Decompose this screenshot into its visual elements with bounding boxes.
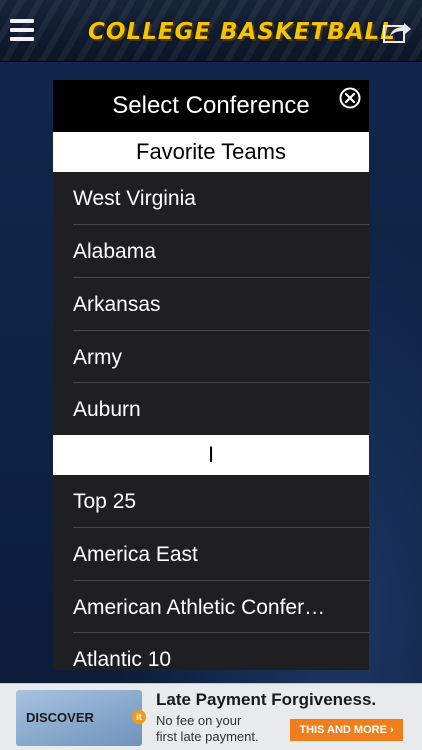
section-header-favorites: Favorite Teams: [53, 132, 369, 172]
app-title: COLLEGE BASKETBALL: [88, 19, 396, 45]
ad-subtext-line1: No fee on your: [156, 713, 242, 728]
ad-card-image: DISCOVER it: [16, 690, 146, 746]
hamburger-menu-icon[interactable]: [10, 19, 34, 41]
share-icon[interactable]: [382, 20, 412, 44]
ad-cta-button[interactable]: THIS AND MORE ›: [290, 719, 403, 741]
modal-title: Select Conference: [112, 92, 310, 119]
ad-subtext-line2: first late payment.: [156, 729, 259, 744]
list-item-atlantic-10[interactable]: Atlantic 10: [53, 633, 369, 670]
list-item-top-25[interactable]: Top 25: [53, 475, 369, 528]
close-circle-icon[interactable]: [339, 87, 361, 109]
ad-banner[interactable]: DISCOVER it Late Payment Forgiveness. No…: [0, 683, 422, 750]
list-item-army[interactable]: Army: [53, 331, 369, 384]
ad-headline: Late Payment Forgiveness.: [156, 690, 377, 709]
list-item-west-virginia[interactable]: West Virginia: [53, 172, 369, 225]
ad-card-logo: DISCOVER: [26, 710, 94, 725]
ad-card-badge: it: [132, 710, 146, 724]
modal-header: Select Conference: [53, 80, 369, 132]
top-bar: COLLEGE BASKETBALL: [0, 0, 422, 62]
list-item-america-east[interactable]: America East: [53, 528, 369, 581]
list-item-arkansas[interactable]: Arkansas: [53, 278, 369, 331]
list-item-alabama[interactable]: Alabama: [53, 225, 369, 278]
select-conference-modal: Select Conference Favorite Teams West Vi…: [53, 80, 369, 670]
list-item-auburn[interactable]: Auburn: [53, 383, 369, 436]
list-item-american-athletic[interactable]: American Athletic Confer…: [53, 581, 369, 634]
section-header-i: I: [53, 435, 369, 475]
